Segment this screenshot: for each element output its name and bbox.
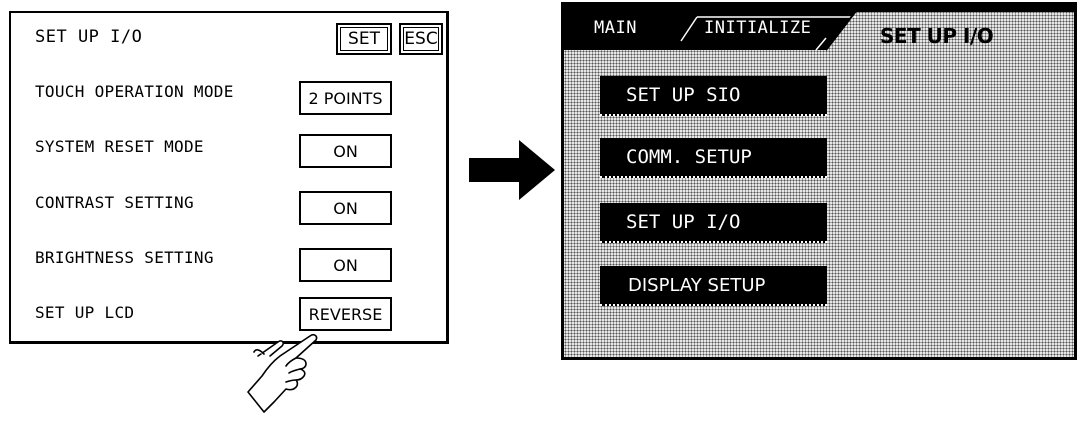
system-reset-mode-label: SYSTEM RESET MODE (35, 137, 204, 156)
system-reset-mode-button[interactable]: ON (299, 134, 392, 168)
contrast-setting-button[interactable]: ON (299, 191, 392, 225)
display-setup-button[interactable]: DISPLAY SETUP (600, 266, 827, 306)
tab-bar (564, 5, 1074, 51)
pointing-hand-icon (247, 333, 318, 413)
esc-button-label: ESC (404, 29, 438, 49)
set-up-lcd-button[interactable]: REVERSE (299, 297, 392, 331)
brightness-setting-button[interactable]: ON (299, 248, 392, 282)
tab-set-up-io[interactable]: SET UP I/O (880, 24, 994, 48)
right-arrow-icon (469, 140, 555, 200)
set-button-label: SET (348, 29, 380, 49)
set-up-lcd-label: SET UP LCD (35, 303, 135, 322)
touch-operation-mode-label: TOUCH OPERATION MODE (35, 82, 234, 101)
brightness-setting-label: BRIGHTNESS SETTING (35, 248, 214, 267)
main-menu-screen: MAIN INITIALIZE SET UP I/O SET UP SIO CO… (561, 2, 1077, 360)
setup-io-screen: SET UP I/O SET ESC TOUCH OPERATION MODE … (9, 11, 449, 344)
set-button[interactable]: SET (336, 23, 392, 55)
contrast-setting-label: CONTRAST SETTING (35, 193, 194, 212)
set-up-sio-button[interactable]: SET UP SIO (600, 76, 827, 116)
tab-main[interactable]: MAIN (594, 18, 637, 38)
set-up-io-button[interactable]: SET UP I/O (600, 203, 827, 243)
touch-operation-mode-button[interactable]: 2 POINTS (299, 81, 392, 115)
tab-initialize[interactable]: INITIALIZE (704, 18, 811, 38)
comm-setup-button[interactable]: COMM. SETUP (600, 138, 827, 178)
esc-button[interactable]: ESC (399, 23, 443, 55)
screen-title: SET UP I/O (35, 27, 143, 47)
